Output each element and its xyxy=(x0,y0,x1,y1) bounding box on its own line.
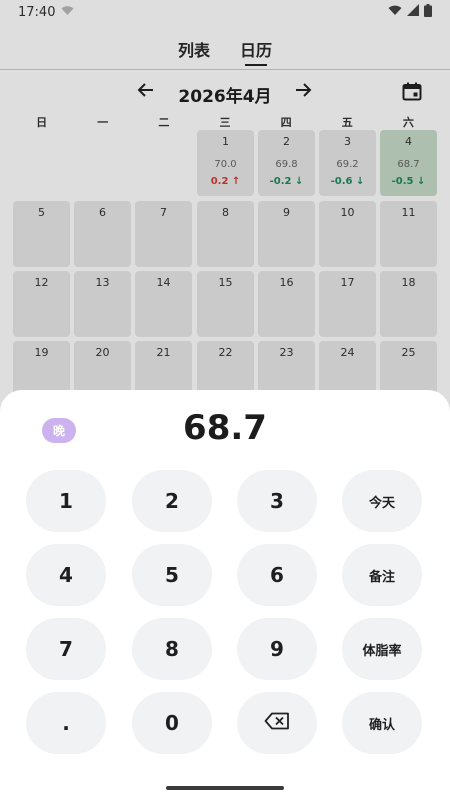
home-indicator[interactable] xyxy=(166,786,284,790)
day-delta: -0.2 ↓ xyxy=(269,176,304,187)
day-number: 14 xyxy=(156,276,171,289)
calendar-day[interactable]: 15 xyxy=(197,271,254,337)
day-delta: 0.2 ↑ xyxy=(210,176,241,187)
calendar-day[interactable]: 12 xyxy=(13,271,70,337)
calendar-day[interactable]: 9 xyxy=(258,201,315,267)
view-tabs: 列表 日历 xyxy=(0,30,450,70)
day-number: 2 xyxy=(283,135,290,148)
day-number: 6 xyxy=(99,206,106,219)
day-number: 12 xyxy=(34,276,49,289)
status-time: 17:40 xyxy=(18,4,56,20)
day-delta: -0.6 ↓ xyxy=(330,176,365,187)
day-number: 1 xyxy=(222,135,229,148)
confirm-button[interactable]: 确认 xyxy=(342,692,422,754)
calendar-day[interactable]: 11 xyxy=(380,201,437,267)
day-number: 19 xyxy=(34,346,49,359)
calendar-day[interactable]: 3 69.2 -0.6 ↓ xyxy=(319,130,376,196)
month-navigation: 2026年4月 xyxy=(0,78,450,108)
calendar-icon[interactable] xyxy=(402,82,422,105)
tab-calendar[interactable]: 日历 xyxy=(240,30,272,69)
day-delta: -0.5 ↓ xyxy=(391,176,426,187)
calendar-day[interactable]: 16 xyxy=(258,271,315,337)
day-number: 25 xyxy=(401,346,416,359)
day-number: 15 xyxy=(218,276,233,289)
weekday-label: 一 xyxy=(97,116,109,129)
day-number: 22 xyxy=(218,346,233,359)
key-8[interactable]: 8 xyxy=(132,618,212,680)
day-number: 3 xyxy=(344,135,351,148)
weekday-label: 二 xyxy=(158,116,170,129)
day-number: 24 xyxy=(340,346,355,359)
today-button[interactable]: 今天 xyxy=(342,470,422,532)
key-decimal[interactable]: . xyxy=(26,692,106,754)
calendar-day[interactable]: 18 xyxy=(380,271,437,337)
day-number: 13 xyxy=(95,276,110,289)
weekday-label: 四 xyxy=(280,116,292,129)
day-weight: 69.8 xyxy=(275,159,298,170)
day-number: 16 xyxy=(279,276,294,289)
calendar-day[interactable]: 1 70.0 0.2 ↑ xyxy=(197,130,254,196)
arrow-right-icon[interactable] xyxy=(294,81,312,104)
day-number: 7 xyxy=(160,206,167,219)
day-weight: 69.2 xyxy=(336,159,359,170)
wifi-question-icon xyxy=(61,5,74,20)
weight-value-display: 68.7 xyxy=(183,408,267,448)
day-weight: 68.7 xyxy=(397,159,420,170)
calendar-day[interactable]: 6 xyxy=(74,201,131,267)
battery-icon xyxy=(424,3,432,21)
day-number: 9 xyxy=(283,206,290,219)
key-7[interactable]: 7 xyxy=(26,618,106,680)
key-4[interactable]: 4 xyxy=(26,544,106,606)
weight-input-sheet: 晚 68.7 1 2 3 今天 4 5 6 备注 7 8 9 体脂率 . 0 确… xyxy=(0,390,450,800)
calendar-day[interactable]: 13 xyxy=(74,271,131,337)
key-2[interactable]: 2 xyxy=(132,470,212,532)
day-number: 18 xyxy=(401,276,416,289)
key-9[interactable]: 9 xyxy=(237,618,317,680)
weekday-label: 六 xyxy=(402,116,414,129)
day-number: 10 xyxy=(340,206,355,219)
key-5[interactable]: 5 xyxy=(132,544,212,606)
calendar-day[interactable]: 14 xyxy=(135,271,192,337)
calendar-day[interactable]: 17 xyxy=(319,271,376,337)
calendar-day[interactable]: 10 xyxy=(319,201,376,267)
day-number: 21 xyxy=(156,346,171,359)
calendar-day[interactable]: 7 xyxy=(135,201,192,267)
day-number: 17 xyxy=(340,276,355,289)
weekday-label: 五 xyxy=(341,116,353,129)
day-number: 20 xyxy=(95,346,110,359)
status-bar: 17:40 xyxy=(0,0,450,24)
day-number: 23 xyxy=(279,346,294,359)
tab-list[interactable]: 列表 xyxy=(178,30,210,69)
calendar-day-selected[interactable]: 4 68.7 -0.5 ↓ xyxy=(380,130,437,196)
key-0[interactable]: 0 xyxy=(132,692,212,754)
key-1[interactable]: 1 xyxy=(26,470,106,532)
backspace-icon xyxy=(264,711,290,735)
signal-icon xyxy=(407,4,419,20)
day-number: 8 xyxy=(222,206,229,219)
day-weight: 70.0 xyxy=(214,159,237,170)
wifi-icon xyxy=(388,4,402,20)
calendar-day[interactable]: 8 xyxy=(197,201,254,267)
key-6[interactable]: 6 xyxy=(237,544,317,606)
month-title: 2026年4月 xyxy=(178,87,272,107)
day-number: 5 xyxy=(38,206,45,219)
day-number: 4 xyxy=(405,135,412,148)
calendar-day[interactable]: 2 69.8 -0.2 ↓ xyxy=(258,130,315,196)
note-button[interactable]: 备注 xyxy=(342,544,422,606)
backspace-button[interactable] xyxy=(237,692,317,754)
day-number: 11 xyxy=(401,206,416,219)
key-3[interactable]: 3 xyxy=(237,470,317,532)
weekday-label: 三 xyxy=(219,116,231,129)
body-fat-button[interactable]: 体脂率 xyxy=(342,618,422,680)
weekday-header: 日 一 二 三 四 五 六 xyxy=(11,114,439,130)
calendar-day[interactable]: 5 xyxy=(13,201,70,267)
weekday-label: 日 xyxy=(36,116,48,129)
